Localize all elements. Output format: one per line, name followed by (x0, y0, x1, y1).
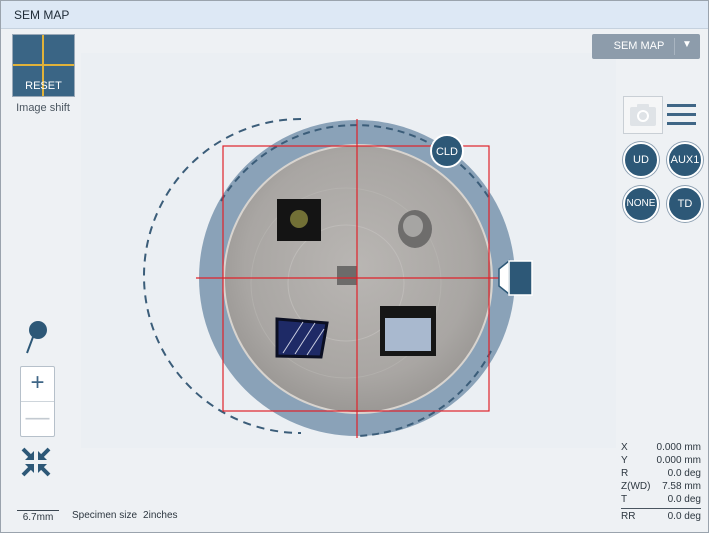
coord-row-t: T 0.0 deg (621, 494, 701, 507)
coord-row-x: X 0.000 mm (621, 442, 701, 455)
specimen-size-value: 2inches (143, 510, 178, 521)
sem-map-window: SEM MAP RESET Image shift SEM MAP ▼ UD A… (0, 0, 709, 533)
coord-value: 0.000 mm (656, 455, 701, 466)
specimen-round-grain-highlight (403, 215, 423, 237)
zoom-control: + — (20, 366, 55, 437)
fit-view-button[interactable] (19, 445, 53, 479)
coord-value: 7.58 mm (662, 481, 701, 492)
specimen-center-chip (337, 266, 357, 285)
coord-value: 0.0 deg (667, 494, 701, 505)
map-pin-icon (26, 321, 47, 354)
stage-map[interactable]: CLD (1, 1, 709, 533)
coord-divider (621, 508, 701, 509)
coord-label: T (621, 494, 628, 505)
specimen-size-label: Specimen size (72, 510, 138, 521)
specimen-holder-image (223, 144, 493, 414)
coord-row-z: Z(WD) 7.58 mm (621, 481, 701, 494)
coord-value: 0.0 deg (667, 511, 701, 522)
coord-label: RR (621, 511, 636, 522)
coord-row-y: Y 0.000 mm (621, 455, 701, 468)
detector-port-icon[interactable] (508, 260, 533, 296)
coord-row-r: R 0.0 deg (621, 468, 701, 481)
detector-cld-label: CLD (436, 146, 458, 158)
specimen-slide-glass (385, 318, 431, 351)
zoom-in-button[interactable]: + (21, 367, 54, 402)
coord-label: X (621, 442, 628, 453)
coord-label: Z(WD) (621, 481, 651, 492)
coord-label: R (621, 468, 629, 479)
pin-button[interactable] (23, 319, 55, 357)
specimen-dark-square-spot (290, 210, 308, 228)
coord-value: 0.000 mm (656, 442, 701, 453)
coord-row-rr: RR 0.0 deg (621, 511, 701, 524)
coord-label: Y (621, 455, 628, 466)
scale-bar: 6.7mm (17, 510, 59, 523)
coord-value: 0.0 deg (667, 468, 701, 479)
specimen-size: Specimen size 2inches (72, 510, 178, 521)
collapse-arrows-icon (21, 447, 51, 477)
scale-label: 6.7mm (22, 512, 54, 523)
zoom-out-button[interactable]: — (21, 402, 54, 436)
